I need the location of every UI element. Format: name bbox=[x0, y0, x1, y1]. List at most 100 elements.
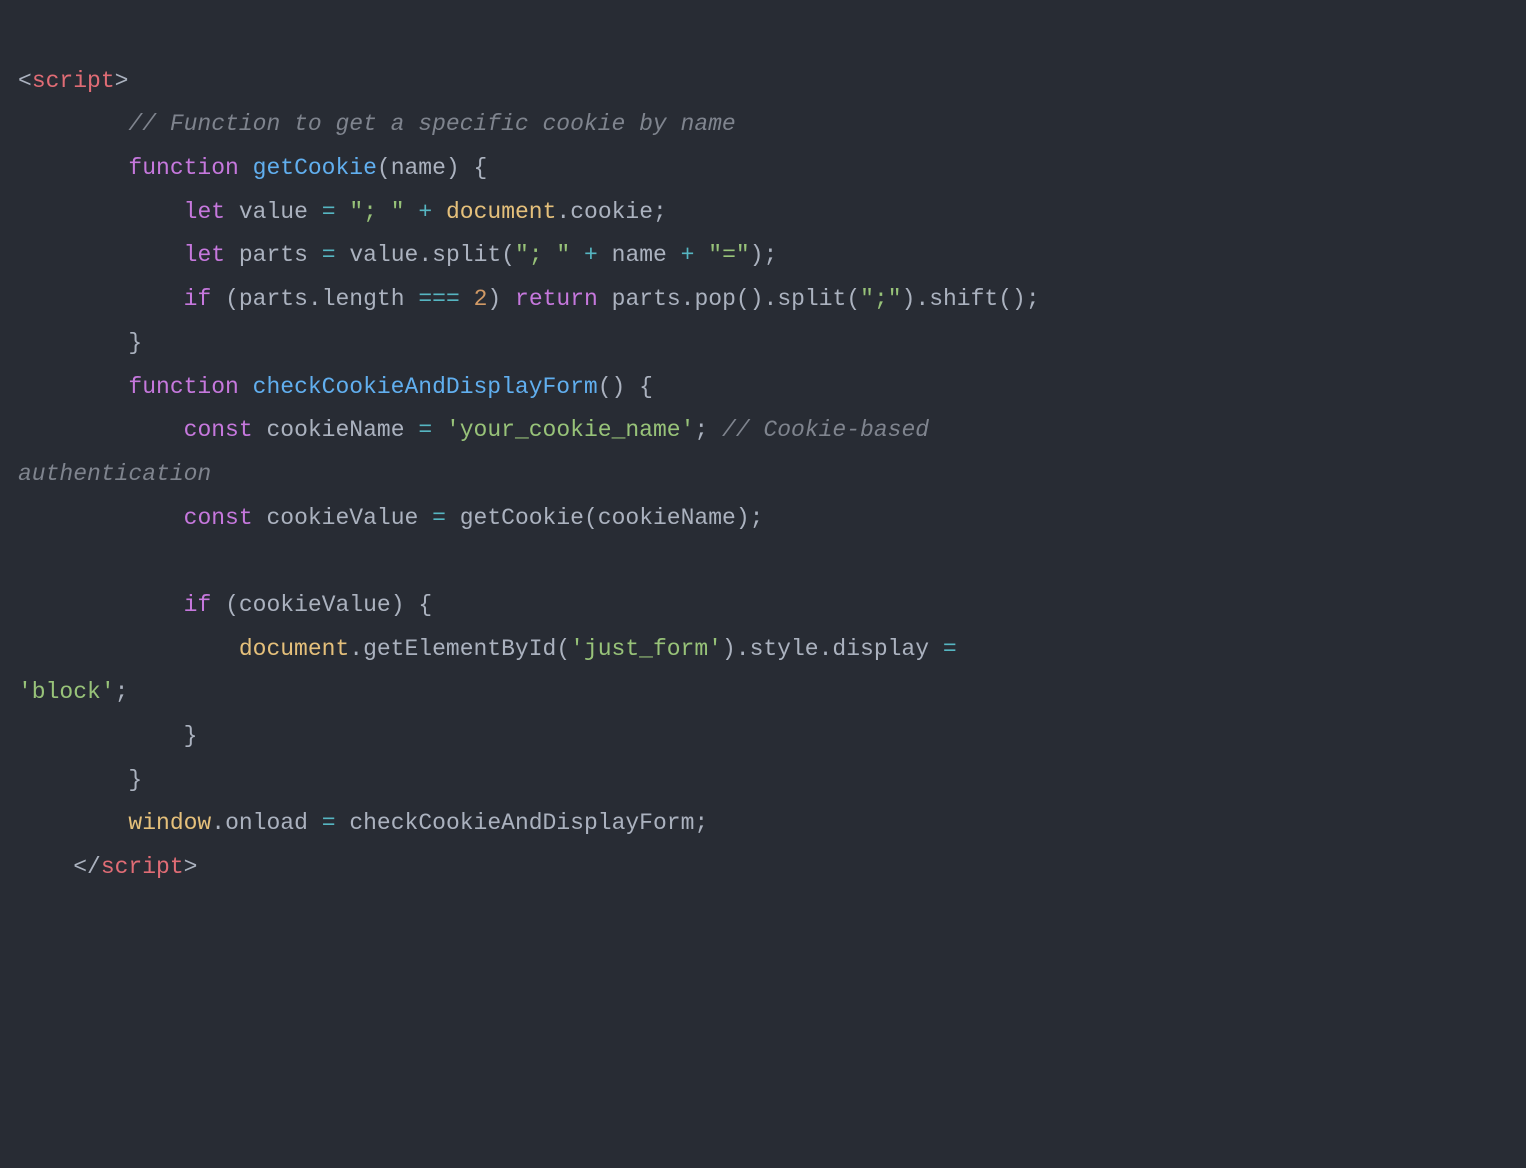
code-line: 'block'; bbox=[18, 679, 128, 705]
code-token-punc: } bbox=[128, 330, 142, 356]
code-token-punc: . bbox=[418, 242, 432, 268]
code-token-plain: cookieValue bbox=[239, 592, 391, 618]
code-line: } bbox=[18, 330, 142, 356]
code-token-plain bbox=[253, 417, 267, 443]
code-line: if (cookieValue) { bbox=[18, 592, 432, 618]
code-token-tag: script bbox=[32, 68, 115, 94]
code-token-punc: . bbox=[819, 636, 833, 662]
code-token-keyword: let bbox=[184, 199, 225, 225]
code-token-op: = bbox=[322, 242, 336, 268]
code-token-string: 'block' bbox=[18, 679, 115, 705]
code-token-plain bbox=[405, 199, 419, 225]
code-token-var: document bbox=[239, 636, 349, 662]
code-token-comment: authentication bbox=[18, 461, 211, 487]
code-token-punc: { bbox=[418, 592, 432, 618]
code-token-plain bbox=[694, 242, 708, 268]
code-line: authentication bbox=[18, 461, 211, 487]
code-token-plain bbox=[418, 505, 432, 531]
code-token-punc: ) bbox=[722, 636, 736, 662]
code-token-var: window bbox=[128, 810, 211, 836]
code-token-punc: ) bbox=[902, 286, 916, 312]
code-token-call: getCookie bbox=[460, 505, 584, 531]
code-token-punc: () bbox=[998, 286, 1026, 312]
code-token-plain bbox=[308, 242, 322, 268]
code-token-fn: checkCookieAndDisplayForm bbox=[253, 374, 598, 400]
code-token-op: + bbox=[681, 242, 695, 268]
code-line: const cookieName = 'your_cookie_name'; /… bbox=[18, 417, 929, 443]
code-token-string: 'just_form' bbox=[570, 636, 722, 662]
code-token-plain bbox=[446, 505, 460, 531]
code-token-plain bbox=[225, 199, 239, 225]
code-token-plain bbox=[308, 199, 322, 225]
code-token-punc: { bbox=[474, 155, 488, 181]
code-token-punc: ; bbox=[694, 810, 708, 836]
code-token-plain bbox=[460, 155, 474, 181]
code-line: if (parts.length === 2) return parts.pop… bbox=[18, 286, 1040, 312]
code-token-punc: ( bbox=[377, 155, 391, 181]
code-token-plain bbox=[239, 374, 253, 400]
code-token-punc: ; bbox=[653, 199, 667, 225]
code-token-punc: ) bbox=[487, 286, 501, 312]
code-token-punc: ) bbox=[750, 242, 764, 268]
code-token-op: + bbox=[584, 242, 598, 268]
code-token-plain bbox=[336, 242, 350, 268]
code-token-plain bbox=[432, 417, 446, 443]
code-token-call: pop bbox=[694, 286, 735, 312]
code-token-keyword: function bbox=[128, 374, 238, 400]
code-token-punc: < bbox=[18, 68, 32, 94]
code-token-plain: cookie bbox=[570, 199, 653, 225]
code-token-keyword: return bbox=[515, 286, 598, 312]
code-line: } bbox=[18, 767, 142, 793]
code-token-plain: cookieValue bbox=[266, 505, 418, 531]
code-token-punc: ) bbox=[446, 155, 460, 181]
code-token-plain bbox=[405, 417, 419, 443]
code-token-plain: cookieName bbox=[266, 417, 404, 443]
code-token-plain bbox=[405, 286, 419, 312]
code-token-punc: ( bbox=[225, 286, 239, 312]
code-token-string: "=" bbox=[708, 242, 749, 268]
code-line: function checkCookieAndDisplayForm() { bbox=[18, 374, 653, 400]
code-token-op: + bbox=[418, 199, 432, 225]
code-token-punc: ; bbox=[750, 505, 764, 531]
code-token-string: "; " bbox=[349, 199, 404, 225]
code-token-punc: . bbox=[915, 286, 929, 312]
code-token-punc: </ bbox=[73, 854, 101, 880]
code-token-plain: parts bbox=[239, 242, 308, 268]
code-line: let value = "; " + document.cookie; bbox=[18, 199, 667, 225]
code-token-call: shift bbox=[929, 286, 998, 312]
code-token-plain bbox=[501, 286, 515, 312]
code-token-keyword: const bbox=[184, 417, 253, 443]
code-token-punc: ; bbox=[115, 679, 129, 705]
code-token-plain bbox=[336, 810, 350, 836]
code-token-op: = bbox=[418, 417, 432, 443]
code-token-call: split bbox=[432, 242, 501, 268]
code-line: <script> bbox=[18, 68, 128, 94]
code-token-plain: checkCookieAndDisplayForm bbox=[349, 810, 694, 836]
code-token-punc: > bbox=[115, 68, 129, 94]
code-token-plain: display bbox=[832, 636, 929, 662]
code-token-punc: { bbox=[639, 374, 653, 400]
code-token-plain: value bbox=[349, 242, 418, 268]
code-token-punc: ; bbox=[764, 242, 778, 268]
code-token-plain bbox=[598, 286, 612, 312]
code-token-punc: . bbox=[308, 286, 322, 312]
code-token-fn: getCookie bbox=[253, 155, 377, 181]
code-token-op: === bbox=[418, 286, 459, 312]
code-line: window.onload = checkCookieAndDisplayFor… bbox=[18, 810, 708, 836]
code-token-param: name bbox=[391, 155, 446, 181]
code-token-plain bbox=[625, 374, 639, 400]
code-token-plain bbox=[929, 636, 943, 662]
code-token-op: = bbox=[322, 199, 336, 225]
code-line: function getCookie(name) { bbox=[18, 155, 487, 181]
code-token-punc: . bbox=[349, 636, 363, 662]
code-token-plain: value bbox=[239, 199, 308, 225]
code-token-op: = bbox=[322, 810, 336, 836]
code-token-string: ";" bbox=[860, 286, 901, 312]
code-token-tag: script bbox=[101, 854, 184, 880]
code-token-punc: ) bbox=[736, 505, 750, 531]
code-token-keyword: function bbox=[128, 155, 238, 181]
code-token-punc: () bbox=[736, 286, 764, 312]
code-token-punc: ) bbox=[391, 592, 405, 618]
code-token-punc: ( bbox=[584, 505, 598, 531]
code-token-punc: ( bbox=[846, 286, 860, 312]
